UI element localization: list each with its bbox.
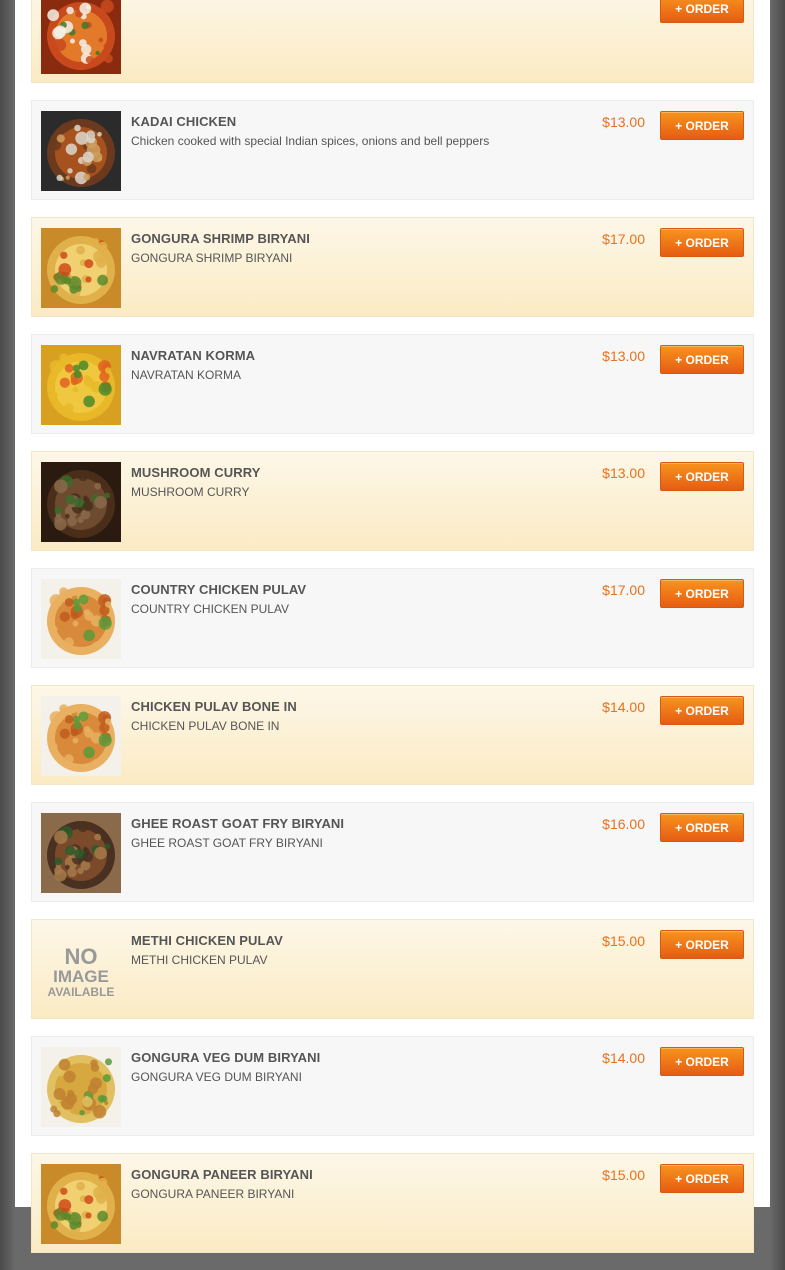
curry-dish-image[interactable]: [41, 0, 121, 74]
dish-description: Chicken cooked with special Indian spice…: [131, 134, 490, 148]
dish-description: GONGURA VEG DUM BIRYANI: [131, 1070, 302, 1084]
order-button[interactable]: + ORDER: [660, 345, 744, 374]
dish-name: GONGURA SHRIMP BIRYANI: [131, 231, 310, 246]
order-button[interactable]: + ORDER: [660, 0, 744, 23]
menu-item: COUNTRY CHICKEN PULAV COUNTRY CHICKEN PU…: [31, 568, 754, 668]
dish-description: NAVRATAN KORMA: [131, 368, 242, 382]
dish-price: $16.00: [602, 816, 645, 832]
dish-name: CHICKEN PULAV BONE IN: [131, 699, 297, 714]
dish-price: $14.00: [602, 1050, 645, 1066]
svg-text:AVAILABLE: AVAILABLE: [48, 985, 115, 999]
dish-description: METHI CHICKEN PULAV: [131, 953, 268, 967]
dish-name: MUSHROOM CURRY: [131, 465, 261, 480]
dish-price: $17.00: [602, 582, 645, 598]
dish-name: GONGURA PANEER BIRYANI: [131, 1167, 313, 1182]
korma-image[interactable]: [41, 345, 121, 425]
kadai-chicken-image[interactable]: [41, 111, 121, 191]
pulav-image[interactable]: [41, 579, 121, 659]
menu-item: NO IMAGE AVAILABLE METHI CHICKEN PULAV MET…: [31, 919, 754, 1019]
biryani-image[interactable]: [41, 1164, 121, 1244]
dish-description: GONGURA PANEER BIRYANI: [131, 1187, 295, 1201]
order-button[interactable]: + ORDER: [660, 228, 744, 257]
menu-item: GONGURA SHRIMP BIRYANI GONGURA SHRIMP BI…: [31, 217, 754, 317]
menu-item: MUSHROOM CURRY MUSHROOM CURRY $13.00 + O…: [31, 451, 754, 551]
svg-text:IMAGE: IMAGE: [53, 967, 109, 986]
mushroom-image[interactable]: [41, 462, 121, 542]
order-button[interactable]: + ORDER: [660, 1047, 744, 1076]
dish-description: CHICKEN PULAV BONE IN: [131, 719, 280, 733]
dish-description: COUNTRY CHICKEN PULAV: [131, 602, 290, 616]
dish-name: GONGURA VEG DUM BIRYANI: [131, 1050, 321, 1065]
menu-item: GONGURA VEG DUM BIRYANI GONGURA VEG DUM …: [31, 1036, 754, 1136]
dish-description: GHEE ROAST GOAT FRY BIRYANI: [131, 836, 323, 850]
dish-price: $14.00: [602, 699, 645, 715]
order-button[interactable]: + ORDER: [660, 111, 744, 140]
menu-item: + ORDER: [31, 0, 754, 83]
dish-description: GONGURA SHRIMP BIRYANI: [131, 251, 293, 265]
menu-panel: + ORDER KADAI CHICKEN Chicken cooked wit…: [15, 0, 770, 1253]
order-button[interactable]: + ORDER: [660, 579, 744, 608]
menu-item: GHEE ROAST GOAT FRY BIRYANI GHEE ROAST G…: [31, 802, 754, 902]
dish-price: $17.00: [602, 231, 645, 247]
dish-price: $13.00: [602, 348, 645, 364]
dish-price: $15.00: [602, 1167, 645, 1183]
dish-name: KADAI CHICKEN: [131, 114, 237, 129]
veg-biryani-image[interactable]: [41, 1047, 121, 1127]
pulav-image[interactable]: [41, 696, 121, 776]
order-button[interactable]: + ORDER: [660, 813, 744, 842]
menu-item: KADAI CHICKEN Chicken cooked with specia…: [31, 100, 754, 200]
dish-price: $15.00: [602, 933, 645, 949]
order-button[interactable]: + ORDER: [660, 462, 744, 491]
biryani-image[interactable]: [41, 228, 121, 308]
dish-name: METHI CHICKEN PULAV: [131, 933, 283, 948]
dish-name: NAVRATAN KORMA: [131, 348, 256, 363]
svg-text:NO: NO: [65, 944, 98, 969]
dish-price: $13.00: [602, 114, 645, 130]
no-image-placeholder[interactable]: NO IMAGE AVAILABLE: [41, 930, 121, 1010]
dish-name: COUNTRY CHICKEN PULAV: [131, 582, 307, 597]
dish-description: MUSHROOM CURRY: [131, 485, 250, 499]
goat-fry-image[interactable]: [41, 813, 121, 893]
menu-item: CHICKEN PULAV BONE IN CHICKEN PULAV BONE…: [31, 685, 754, 785]
menu-item: GONGURA PANEER BIRYANI GONGURA PANEER BI…: [31, 1153, 754, 1253]
order-button[interactable]: + ORDER: [660, 930, 744, 959]
menu-list: + ORDER KADAI CHICKEN Chicken cooked wit…: [31, 0, 754, 1270]
menu-item: NAVRATAN KORMA NAVRATAN KORMA $13.00 + O…: [31, 334, 754, 434]
order-button[interactable]: + ORDER: [660, 1164, 744, 1193]
order-button[interactable]: + ORDER: [660, 696, 744, 725]
dish-name: GHEE ROAST GOAT FRY BIRYANI: [131, 816, 345, 831]
dish-price: $13.00: [602, 465, 645, 481]
